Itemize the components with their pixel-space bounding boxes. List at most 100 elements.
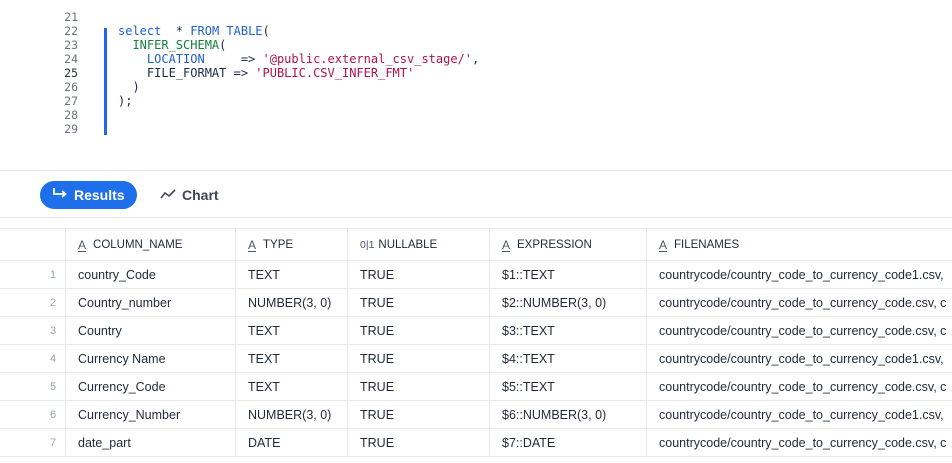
cell-column-name[interactable]: Currency_Code (66, 373, 236, 400)
column-header-nullable[interactable]: 0|1 NULLABLE (348, 229, 490, 260)
cell-nullable[interactable]: TRUE (348, 289, 490, 316)
cell-column-name[interactable]: Currency Name (66, 345, 236, 372)
table-row[interactable]: 6 Currency_Number NUMBER(3, 0) TRUE $6::NUMB… (0, 401, 952, 429)
code-line[interactable]: 28 (0, 108, 952, 123)
cell-expression[interactable]: $4::TEXT (490, 345, 647, 372)
row-number-label: 3 (50, 324, 57, 337)
code-line[interactable]: 22 select * FROM TABLE( (0, 24, 952, 39)
worksheet: 21 22 select * FROM TABLE(23 INFER_SCHEMA(… (0, 0, 952, 463)
code-line[interactable]: 23 INFER_SCHEMA( (0, 38, 952, 53)
cell-nullable[interactable]: TRUE (348, 345, 490, 372)
text-type-icon: A (78, 237, 87, 252)
cell-column-name[interactable]: Country (66, 317, 236, 344)
code-text: ) (118, 80, 140, 95)
cell-filenames[interactable]: countrycode/country_code_to_currency_cod… (647, 345, 952, 372)
table-row[interactable]: 7 date_part DATE TRUE $7::DATE countrycode/co… (0, 429, 952, 457)
tab-results[interactable]: Results (40, 181, 137, 209)
line-number: 26 (64, 80, 78, 94)
cell-type[interactable]: TEXT (236, 373, 348, 400)
column-header-expression[interactable]: A EXPRESSION (490, 229, 647, 260)
table-row[interactable]: 4 Currency Name TEXT TRUE $4::TEXT countrycod… (0, 345, 952, 373)
column-header-column-name[interactable]: A COLUMN_NAME (66, 229, 236, 260)
cell-expression[interactable]: $1::TEXT (490, 261, 647, 288)
table-row[interactable]: 2 Country_number NUMBER(3, 0) TRUE $2::NUMBE… (0, 289, 952, 317)
code-token: * (161, 24, 191, 38)
cell-column-name[interactable]: Currency_Number (66, 401, 236, 428)
text-type-icon: A (659, 237, 668, 252)
line-number: 27 (64, 94, 78, 108)
text-type-icon: A (248, 237, 257, 252)
cell-nullable[interactable]: TRUE (348, 261, 490, 288)
cell-type[interactable]: NUMBER(3, 0) (236, 401, 348, 428)
code-token: => (204, 52, 263, 66)
cell-type[interactable]: DATE (236, 429, 348, 456)
code-token: 'PUBLIC.CSV_INFER_FMT' (255, 66, 415, 80)
tab-chart-label: Chart (182, 187, 219, 203)
code-line[interactable]: 25 FILE_FORMAT => 'PUBLIC.CSV_INFER_FMT' (0, 66, 952, 81)
line-number: 23 (64, 38, 78, 52)
line-number: 24 (64, 52, 78, 66)
cell-type[interactable]: TEXT (236, 317, 348, 344)
cell-column-name[interactable]: date_part (66, 429, 236, 456)
cell-column-name[interactable]: country_Code (66, 261, 236, 288)
code-token: INFER_SCHEMA (132, 38, 220, 52)
table-row[interactable]: 5 Currency_Code TEXT TRUE $5::TEXT countrycod… (0, 373, 952, 401)
line-number: 22 (64, 24, 78, 38)
code-token: , (472, 52, 480, 66)
cell-filenames[interactable]: countrycode/country_code_to_currency_cod… (647, 401, 952, 428)
cell-nullable[interactable]: TRUE (348, 401, 490, 428)
code-token: FILE_FORMAT => (118, 66, 256, 80)
cell-nullable[interactable]: TRUE (348, 317, 490, 344)
cell-expression[interactable]: $5::TEXT (490, 373, 647, 400)
arrow-turn-right-icon (52, 187, 68, 204)
cell-filenames[interactable]: countrycode/country_code_to_currency_cod… (647, 429, 952, 456)
result-tabs-bar: Results Chart (0, 170, 952, 218)
results-grid: A COLUMN_NAME A TYPE 0|1 NULLABLE A EXPR… (0, 228, 952, 463)
code-token: ( (219, 38, 227, 52)
column-header-type[interactable]: A TYPE (236, 229, 348, 260)
row-number-label: 2 (50, 296, 57, 309)
code-line[interactable]: 29 (0, 122, 952, 137)
code-line[interactable]: 21 (0, 10, 952, 25)
code-token: LOCATION (146, 52, 205, 66)
cell-type[interactable]: NUMBER(3, 0) (236, 289, 348, 316)
cell-type[interactable]: TEXT (236, 345, 348, 372)
column-header-filenames[interactable]: A FILENAMES (647, 229, 952, 260)
cell-expression[interactable]: $7::DATE (490, 429, 647, 456)
code-text: LOCATION => '@public.external_csv_stage/… (118, 52, 479, 67)
code-line[interactable]: 24 LOCATION => '@public.external_csv_sta… (0, 52, 952, 67)
code-token: ); (118, 94, 133, 108)
row-number: 3 (0, 317, 66, 344)
cell-type[interactable]: TEXT (236, 261, 348, 288)
code-token: '@public.external_csv_stage/' (262, 52, 473, 66)
cell-filenames[interactable]: countrycode/country_code_to_currency_cod… (647, 289, 952, 316)
cell-nullable[interactable]: TRUE (348, 429, 490, 456)
table-row[interactable]: 3 Country TEXT TRUE $3::TEXT countrycode/coun… (0, 317, 952, 345)
column-header-label: COLUMN_NAME (93, 238, 183, 251)
code-token: ) (118, 80, 140, 94)
code-text: select * FROM TABLE( (118, 24, 270, 39)
tab-chart[interactable]: Chart (152, 181, 227, 209)
row-number-label: 4 (50, 352, 57, 365)
column-header-label: EXPRESSION (517, 238, 592, 251)
sql-editor[interactable]: 21 22 select * FROM TABLE(23 INFER_SCHEMA(… (0, 0, 952, 170)
code-line[interactable]: 26 ) (0, 80, 952, 95)
row-number-label: 7 (50, 436, 57, 449)
line-number: 29 (64, 122, 78, 136)
row-number: 7 (0, 429, 66, 456)
cell-expression[interactable]: $6::NUMBER(3, 0) (490, 401, 647, 428)
cell-expression[interactable]: $3::TEXT (490, 317, 647, 344)
cell-column-name[interactable]: Country_number (66, 289, 236, 316)
cell-nullable[interactable]: TRUE (348, 373, 490, 400)
cell-expression[interactable]: $2::NUMBER(3, 0) (490, 289, 647, 316)
cell-filenames[interactable]: countrycode/country_code_to_currency_cod… (647, 317, 952, 344)
column-header-label: FILENAMES (674, 238, 740, 251)
cell-filenames[interactable]: countrycode/country_code_to_currency_cod… (647, 373, 952, 400)
code-line[interactable]: 27); (0, 94, 952, 109)
cell-filenames[interactable]: countrycode/country_code_to_currency_cod… (647, 261, 952, 288)
code-token: ( (262, 24, 270, 38)
line-number: 28 (64, 108, 78, 122)
table-row[interactable]: 1 country_Code TEXT TRUE $1::TEXT countrycode… (0, 261, 952, 289)
column-header-label: NULLABLE (378, 238, 438, 251)
row-number-label: 5 (50, 380, 57, 393)
